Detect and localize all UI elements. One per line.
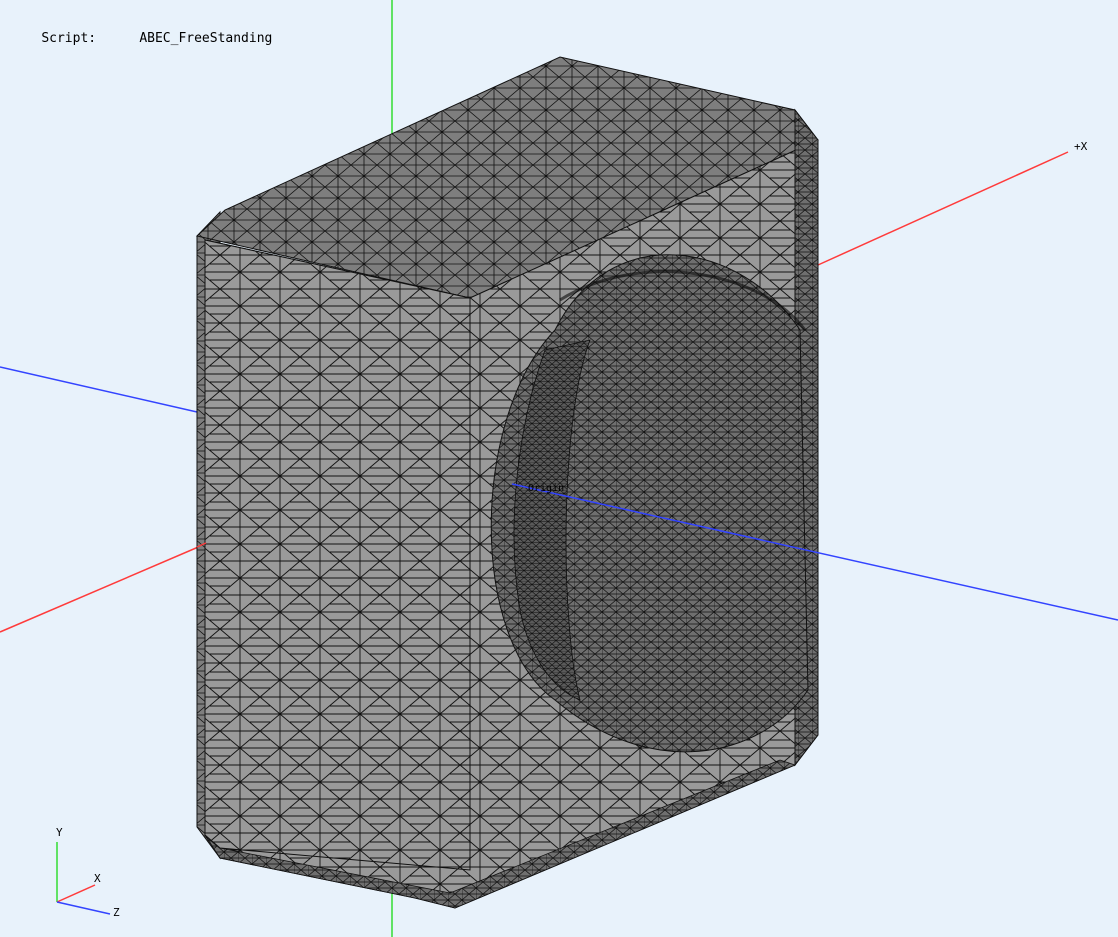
triad-z-axis <box>56 901 111 915</box>
origin-label: Origin <box>528 483 564 494</box>
script-label: Script: <box>41 31 97 46</box>
script-info: Script: ABEC_FreeStanding <box>10 16 272 61</box>
mesh-scene[interactable]: +X Origin Y X Z <box>0 0 1118 937</box>
triad-x-label: X <box>94 872 101 885</box>
triad-z-label: Z <box>113 906 120 919</box>
x-axis-label: +X <box>1074 140 1088 153</box>
mesh-front-left-slab <box>204 239 471 871</box>
triad-x-axis <box>56 884 96 903</box>
x-axis-line-right <box>817 151 1069 266</box>
orientation-triad: Y X Z <box>56 826 120 919</box>
x-axis-line-left <box>0 544 204 633</box>
triad-y-label: Y <box>56 826 63 839</box>
script-name: ABEC_FreeStanding <box>139 31 273 46</box>
3d-viewport[interactable]: +X Origin Y X Z Script: ABEC_FreeStanding <box>0 0 1118 937</box>
z-axis-line-left <box>0 366 198 413</box>
